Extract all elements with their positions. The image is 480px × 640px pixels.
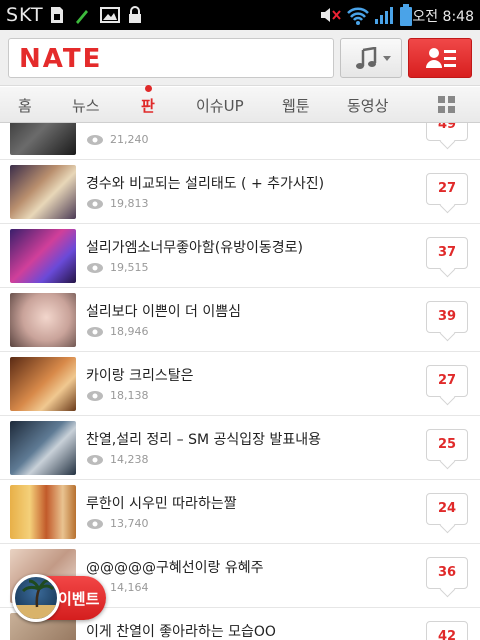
post-thumbnail [10, 357, 76, 411]
view-count-value: 21,240 [110, 133, 149, 146]
post-title: 루한이 시우민 따라하는짤 [86, 496, 237, 512]
palm-tree-icon [15, 579, 57, 619]
wifi-icon [347, 7, 369, 25]
music-note-icon [356, 47, 377, 69]
view-count-value: 18,138 [110, 389, 149, 402]
post-thumbnail [10, 165, 76, 219]
tab-webtoon[interactable]: 웹툰 [282, 95, 310, 116]
music-button[interactable] [340, 38, 402, 78]
event-button-label: 이벤트 [58, 590, 100, 608]
comment-count-badge[interactable]: 27 [426, 173, 468, 205]
eye-icon [87, 519, 103, 529]
post-title: @@@@@구혜선이랑 유혜주 [86, 560, 264, 576]
category-tabs: 홈 뉴스 판 이슈UP 웹툰 동영상 [0, 87, 480, 123]
nate-logo: NATE [19, 44, 103, 74]
tab-video[interactable]: 동영상 [347, 95, 388, 116]
view-count-value: 18,946 [110, 325, 149, 338]
eye-icon [87, 263, 103, 273]
post-title: 카이랑 크리스탈은 [86, 368, 194, 384]
list-item[interactable]: 21,240 49 [0, 123, 480, 160]
tab-news[interactable]: 뉴스 [72, 95, 100, 116]
image-icon [100, 7, 120, 23]
list-item[interactable]: 경수와 비교되는 설리태도 ( + 추가사진) 19,813 27 [0, 160, 480, 224]
tab-home[interactable]: 홈 [18, 95, 32, 116]
chevron-down-icon [383, 56, 391, 61]
comment-count-badge[interactable]: 37 [426, 237, 468, 269]
view-count-value: 14,238 [110, 453, 149, 466]
view-count-value: 19,813 [110, 197, 149, 210]
comment-count-badge[interactable]: 39 [426, 301, 468, 333]
comment-count-badge[interactable]: 27 [426, 365, 468, 397]
signal-icon [375, 7, 393, 24]
eye-icon [87, 135, 103, 145]
eye-icon [87, 391, 103, 401]
list-item[interactable]: 설리보다 이쁜이 더 이쁨심 18,946 39 [0, 288, 480, 352]
view-count-value: 13,740 [110, 517, 149, 530]
post-list: 21,240 49 경수와 비교되는 설리태도 ( + 추가사진) 19,813… [0, 123, 480, 640]
post-thumbnail [10, 485, 76, 539]
list-item[interactable]: 카이랑 크리스탈은 18,138 27 [0, 352, 480, 416]
status-clock: 오전 8:48 [412, 9, 474, 25]
active-tab-indicator [145, 85, 152, 92]
eye-icon [87, 455, 103, 465]
event-button[interactable]: 이벤트 [12, 574, 106, 622]
profile-list-icon [426, 48, 456, 68]
post-thumbnail [10, 421, 76, 475]
app-root: SKT 오전 8:48 NATE 홈 뉴스 판 이슈UP 웹툰 동영상 21,2… [0, 0, 480, 640]
battery-icon [400, 4, 412, 26]
mute-icon [321, 8, 341, 22]
list-item[interactable]: 루한이 시우민 따라하는짤 13,740 24 [0, 480, 480, 544]
event-palm-tree-icon [12, 574, 60, 622]
carrier-label: SKT [6, 4, 44, 26]
status-bar: SKT 오전 8:48 [0, 0, 480, 30]
comment-count-badge[interactable]: 24 [426, 493, 468, 525]
post-title: 찬열,설리 정리 – SM 공식입장 발표내용 [86, 432, 321, 448]
search-bar[interactable]: NATE [8, 38, 334, 78]
view-count-value: 19,515 [110, 261, 149, 274]
comment-count-badge[interactable]: 25 [426, 429, 468, 461]
post-title: 설리보다 이쁜이 더 이쁨심 [86, 304, 242, 320]
list-item[interactable]: 찬열,설리 정리 – SM 공식입장 발표내용 14,238 25 [0, 416, 480, 480]
tab-pann[interactable]: 판 [141, 95, 155, 116]
comment-count-badge[interactable]: 42 [426, 621, 468, 640]
eye-icon [87, 199, 103, 209]
post-title: 이게 찬열이 좋아라하는 모습OO [86, 624, 276, 640]
grid-menu-icon[interactable] [438, 96, 456, 114]
eye-icon [87, 327, 103, 337]
comment-count-badge[interactable]: 36 [426, 557, 468, 589]
post-thumbnail [10, 123, 76, 155]
sim-card-icon [51, 7, 63, 23]
post-title: 경수와 비교되는 설리태도 ( + 추가사진) [86, 176, 325, 192]
view-count-value: 14,164 [110, 581, 149, 594]
app-header: NATE [0, 30, 480, 86]
list-item[interactable]: 설리가엠소너무좋아함(유방이동경로) 19,515 37 [0, 224, 480, 288]
post-title: 설리가엠소너무좋아함(유방이동경로) [86, 240, 304, 256]
tab-issue-up[interactable]: 이슈UP [196, 95, 244, 116]
lock-icon [129, 6, 141, 23]
post-thumbnail [10, 229, 76, 283]
profile-button[interactable] [408, 38, 472, 78]
pen-icon [76, 10, 88, 24]
post-thumbnail [10, 293, 76, 347]
comment-count-badge[interactable]: 49 [426, 123, 468, 141]
